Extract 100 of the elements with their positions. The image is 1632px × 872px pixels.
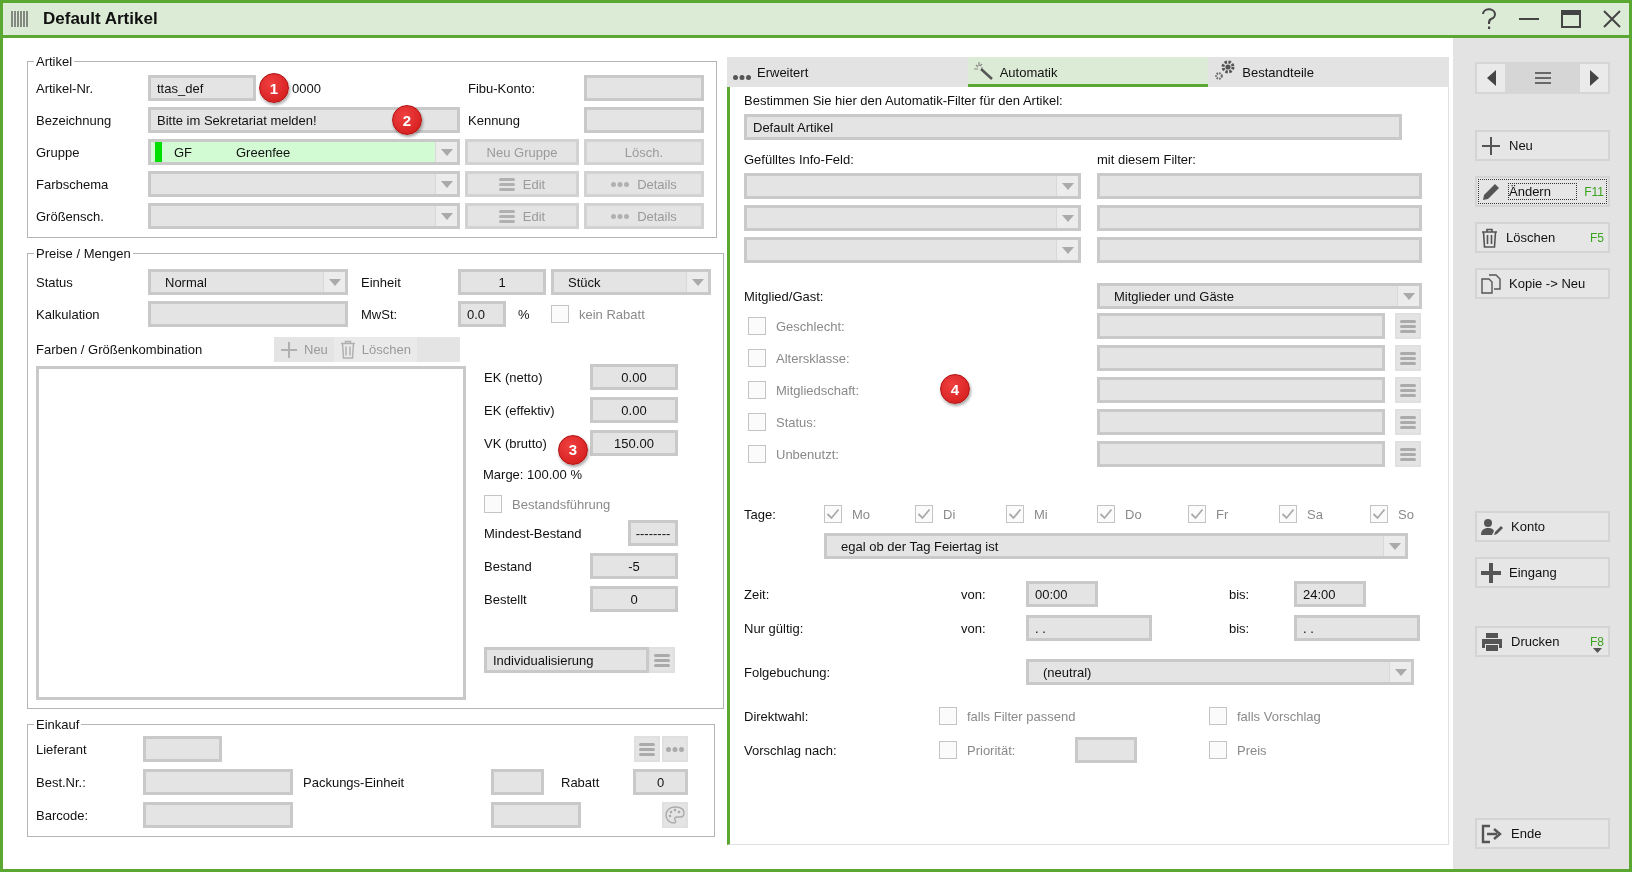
next-button[interactable] [1580,64,1608,92]
text-field[interactable]: 0.00 [590,364,678,390]
checkbox-label: Unbenutzt: [776,446,839,462]
unit-label: % [518,306,530,322]
text-field[interactable] [143,802,293,828]
maximize-icon[interactable] [1561,10,1581,28]
action-button[interactable]: Ende [1475,818,1610,849]
dropdown[interactable] [744,205,1081,231]
close-icon[interactable] [1603,10,1621,28]
list-button[interactable] [1395,441,1421,467]
text-field[interactable] [584,107,704,133]
checkbox-label: Fr [1216,506,1229,522]
dropdown[interactable]: (neutral) [1026,659,1414,685]
text-field[interactable]: 0.00 [590,397,678,423]
text-field[interactable]: -5 [590,553,678,579]
group-dropdown[interactable]: GF Greenfee [148,139,460,165]
window-title: Default Artikel [43,9,159,29]
caret-down-icon [1388,542,1401,550]
dots-icon [611,213,630,219]
action-button[interactable]: Drucken F8 [1475,626,1610,657]
dropdown[interactable]: Normal [148,269,348,295]
field-label: Einheit [360,274,402,290]
magic-wand-icon [973,62,994,80]
text-field[interactable] [1097,409,1385,435]
caret-down-icon [440,212,453,220]
action-button[interactable]: Löschen F5 [1475,222,1610,253]
text-field[interactable]: 0 [590,586,678,612]
caret-down-icon [1061,182,1074,190]
list-button[interactable] [1395,345,1421,371]
checkbox-label: falls Vorschlag [1237,708,1321,724]
dropdown[interactable]: Mitglieder und Gäste [1097,283,1422,309]
text-field[interactable]: 24:00 [1294,581,1366,607]
text-field[interactable]: 150.00 [590,430,678,456]
previous-button[interactable] [1477,64,1505,92]
text-field[interactable]: -------- [628,520,678,546]
action-button[interactable]: Kopie -> Neu [1475,268,1610,299]
field-label: Best.Nr.: [36,774,87,790]
field-label: Folgebuchung: [744,664,831,680]
more-button[interactable] [662,736,688,762]
gear-icon [1214,60,1237,80]
menu-icon [1400,319,1416,333]
text-field[interactable] [143,736,222,762]
text-field[interactable]: . . [1026,615,1152,641]
text-field[interactable]: 0.0 [458,301,506,327]
text-field[interactable] [491,769,544,795]
tab[interactable]: Automatik [967,57,1209,87]
text-field[interactable] [1097,237,1422,263]
text-field[interactable] [1097,205,1422,231]
text-field[interactable] [584,75,704,101]
action-button[interactable]: Ändern F11 [1475,176,1610,207]
text-field[interactable]: 1 [458,269,546,295]
group-title: Preise / Mengen [35,246,132,261]
list-button[interactable] [1395,313,1421,339]
field-label: Lieferant [36,741,88,757]
text-field[interactable]: ttas_def [148,75,256,101]
list-button[interactable] [1395,377,1421,403]
menu-button[interactable] [1505,64,1580,92]
help-icon[interactable] [1481,8,1497,30]
list-button[interactable] [634,736,660,762]
dropdown[interactable] [744,237,1081,263]
trash-icon [1481,227,1498,248]
text-field[interactable]: Individualisierung [484,647,649,673]
text-field[interactable] [148,301,348,327]
column-label: Gefülltes Info-Feld: [744,152,855,167]
dropdown[interactable] [148,171,460,197]
list-button[interactable] [1395,409,1421,435]
section-label: Farben / Größenkombination [36,342,204,357]
text-field[interactable] [491,802,581,828]
text-field[interactable]: 00:00 [1026,581,1098,607]
palette-button[interactable] [662,802,688,828]
action-button[interactable]: Eingang [1475,557,1610,588]
user-icon [1481,517,1503,536]
dropdown[interactable] [744,173,1081,199]
dropdown[interactable]: Stück [551,269,711,295]
text-field[interactable] [1097,441,1385,467]
list-box[interactable] [36,366,466,700]
field-label: Artikel-Nr. [36,80,95,96]
minimize-icon[interactable] [1519,17,1539,21]
action-button[interactable]: Neu [1475,130,1610,161]
dropdown[interactable] [148,203,460,229]
dropdown[interactable]: egal ob der Tag Feiertag ist [824,533,1408,559]
tab[interactable]: Erweitert [727,57,968,87]
text-field[interactable] [1075,737,1138,763]
text-field[interactable] [143,769,293,795]
action-button[interactable]: Konto [1475,511,1610,542]
text-field[interactable] [1097,173,1422,199]
field-label: Rabatt [561,774,601,790]
text-field[interactable]: . . [1294,615,1420,641]
field-label: Status [36,274,74,290]
caret-down-icon [1402,292,1415,300]
tab[interactable]: Bestandteile [1208,57,1449,87]
text-field[interactable] [1097,313,1385,339]
field-label: Direktwahl: [744,708,810,724]
field-label: MwSt: [360,306,399,322]
list-button[interactable] [649,647,675,673]
text-field[interactable]: 0 [633,769,688,795]
checkbox-label: Priorität: [967,742,1016,758]
text-field[interactable] [1097,377,1385,403]
text-field[interactable] [1097,345,1385,371]
text-field[interactable]: Default Artikel [744,114,1402,140]
